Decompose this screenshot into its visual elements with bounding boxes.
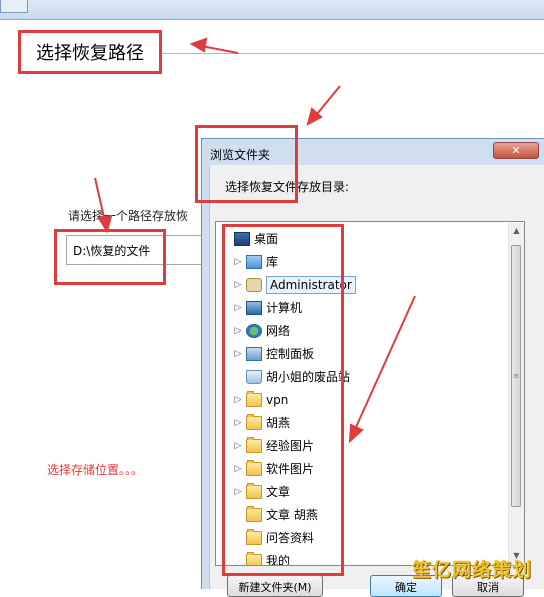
arrow-to-dialog-title <box>311 85 341 121</box>
arrow-to-title <box>195 44 239 54</box>
page-title: 选择恢复路径 <box>18 30 162 74</box>
annotation-box-title <box>195 125 298 203</box>
dialog-close-button[interactable]: ✕ <box>493 142 539 159</box>
window-top-strip <box>0 0 544 20</box>
new-folder-button[interactable]: 新建文件夹(M) <box>227 575 323 597</box>
tree-scrollbar[interactable]: ▲ ≡ ▼ <box>508 223 524 565</box>
section-divider <box>160 53 544 54</box>
hint-text: 选择存储位置。。。 <box>47 463 144 477</box>
close-icon: ✕ <box>511 144 521 157</box>
path-prompt-label: 请选择一个路径存放恢 <box>68 209 189 223</box>
watermark-text: 笙亿网络策划 <box>412 559 533 581</box>
window-button[interactable] <box>0 0 28 13</box>
scroll-up-button[interactable]: ▲ <box>509 223 524 238</box>
annotation-box-path <box>54 229 166 285</box>
scroll-thumb[interactable]: ≡ <box>511 245 521 507</box>
annotation-box-tree <box>222 224 344 576</box>
